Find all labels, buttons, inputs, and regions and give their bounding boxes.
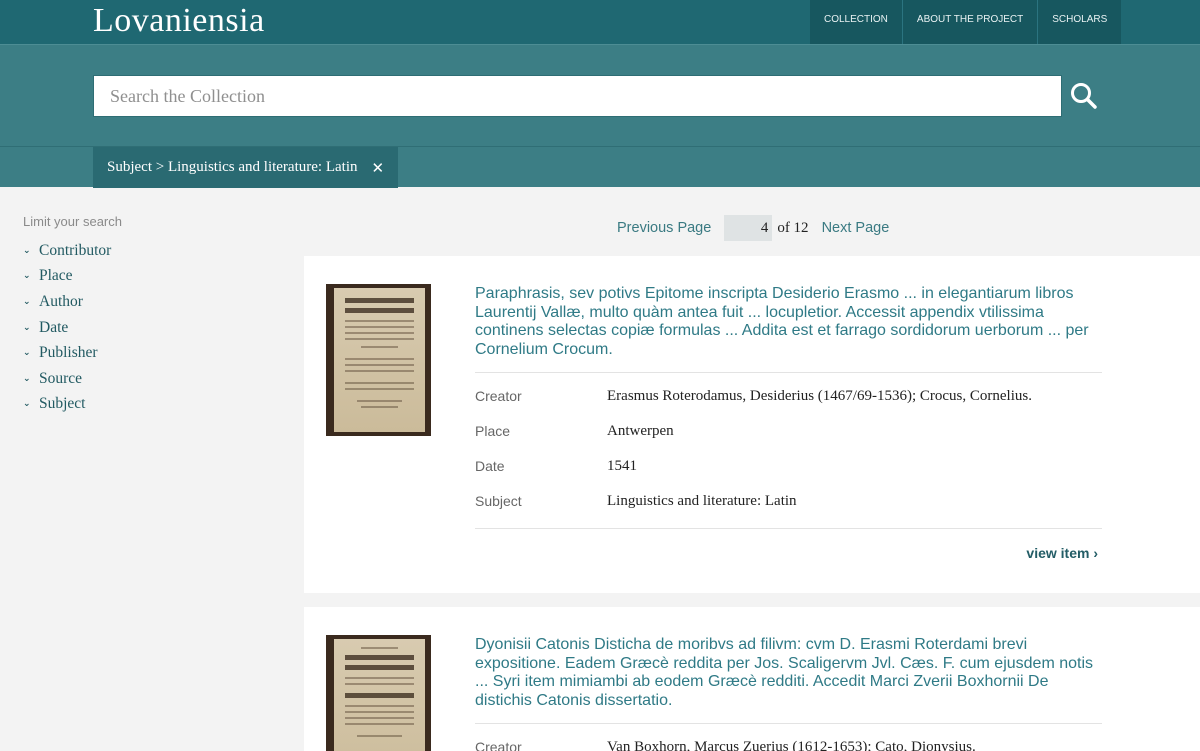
field-row: Creator Van Boxhorn, Marcus Zuerius (161… <box>475 739 1102 751</box>
facet-label: Author <box>39 292 83 310</box>
facet-label: Source <box>39 369 83 387</box>
chevron-down-icon: ⌄ <box>23 348 31 359</box>
page-total: of 12 <box>777 219 809 236</box>
facet-contributor[interactable]: ⌄ Contributor <box>23 238 283 264</box>
next-page-link[interactable]: Next Page <box>822 220 890 236</box>
close-icon[interactable]: ✕ <box>371 159 384 177</box>
previous-page-link[interactable]: Previous Page <box>617 220 711 236</box>
view-item-link[interactable]: view item › <box>1026 545 1098 561</box>
result-title-link[interactable]: Paraphrasis, sev potivs Epitome inscript… <box>475 285 1105 359</box>
field-value: Linguistics and literature: Latin <box>607 493 797 509</box>
facet-sidebar: Limit your search ⌄ Contributor ⌄ Place ⌄ A… <box>23 214 283 417</box>
field-value: 1541 <box>607 458 637 474</box>
field-label: Place <box>475 423 511 439</box>
divider <box>475 723 1102 724</box>
facet-subject[interactable]: ⌄ Subject <box>23 392 283 418</box>
chevron-down-icon: ⌄ <box>23 399 31 410</box>
nav-about-the-project[interactable]: ABOUT THE PROJECT <box>901 0 1037 44</box>
field-label: Creator <box>475 739 522 751</box>
facet-place[interactable]: ⌄ Place <box>23 264 283 290</box>
facet-source[interactable]: ⌄ Source <box>23 366 283 392</box>
pagination: Previous Page of 12 Next Page <box>617 215 889 241</box>
search-band <box>0 44 1200 146</box>
field-label: Date <box>475 458 505 474</box>
facet-label: Contributor <box>39 241 112 259</box>
search-icon <box>1071 83 1097 109</box>
field-row: Place Antwerpen <box>475 423 1102 443</box>
chevron-down-icon: ⌄ <box>23 245 31 256</box>
facet-date[interactable]: ⌄ Date <box>23 315 283 341</box>
filter-label: Subject > Linguistics and literature: La… <box>107 159 358 175</box>
field-value: Antwerpen <box>607 423 674 439</box>
facet-label: Date <box>39 318 69 336</box>
divider <box>475 372 1102 373</box>
nav-scholars[interactable]: SCHOLARS <box>1037 0 1121 44</box>
facet-label: Subject <box>39 395 86 413</box>
result-card: Paraphrasis, sev potivs Epitome inscript… <box>304 256 1200 593</box>
facet-label: Place <box>39 267 73 285</box>
site-logo[interactable]: Lovaniensia <box>93 2 265 40</box>
book-thumbnail[interactable] <box>326 635 431 751</box>
active-filters-band: Subject > Linguistics and literature: La… <box>0 146 1200 188</box>
result-card: Dyonisii Catonis Disticha de moribvs ad … <box>304 607 1200 751</box>
field-row: Creator Erasmus Roterodamus, Desiderius … <box>475 388 1102 408</box>
field-row: Subject Linguistics and literature: Lati… <box>475 493 1102 513</box>
book-thumbnail[interactable] <box>326 284 431 436</box>
field-value: Van Boxhorn, Marcus Zuerius (1612-1653);… <box>607 739 976 751</box>
field-label: Creator <box>475 388 522 404</box>
field-value: Erasmus Roterodamus, Desiderius (1467/69… <box>607 388 1032 404</box>
facet-label: Publisher <box>39 344 98 362</box>
facet-author[interactable]: ⌄ Author <box>23 289 283 315</box>
facet-publisher[interactable]: ⌄ Publisher <box>23 340 283 366</box>
search-input[interactable] <box>93 75 1062 117</box>
page-number-input[interactable] <box>724 215 773 241</box>
chevron-down-icon: ⌄ <box>23 296 31 307</box>
nav-collection[interactable]: COLLECTION <box>810 0 902 44</box>
chevron-down-icon: ⌄ <box>23 322 31 333</box>
chevron-down-icon: ⌄ <box>23 373 31 384</box>
divider <box>475 528 1102 529</box>
search-button[interactable] <box>1068 80 1100 112</box>
field-row: Date 1541 <box>475 458 1102 478</box>
active-filter-chip[interactable]: Subject > Linguistics and literature: La… <box>93 147 399 188</box>
result-title-link[interactable]: Dyonisii Catonis Disticha de moribvs ad … <box>475 636 1105 710</box>
chevron-down-icon: ⌄ <box>23 271 31 282</box>
top-bar: Lovaniensia COLLECTION ABOUT THE PROJECT… <box>0 0 1200 44</box>
field-label: Subject <box>475 493 522 509</box>
sidebar-title: Limit your search <box>23 214 122 229</box>
main-nav: COLLECTION ABOUT THE PROJECT SCHOLARS <box>810 0 1122 44</box>
